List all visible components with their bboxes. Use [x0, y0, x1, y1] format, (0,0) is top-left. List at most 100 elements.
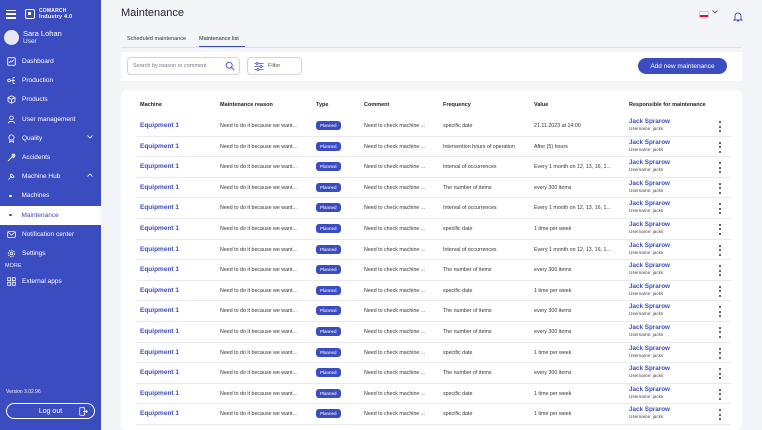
responsible-name-link[interactable]: Jack Sprarow [629, 180, 670, 188]
filter-button[interactable]: Filter [247, 57, 302, 75]
sidebar-item-maintenance[interactable]: Maintenance [0, 205, 101, 225]
logout-button[interactable]: Log out [6, 403, 95, 419]
more-vertical-icon[interactable] [718, 182, 722, 194]
more-vertical-icon[interactable] [718, 347, 722, 359]
menu-icon[interactable] [6, 9, 16, 19]
table-row[interactable]: Equipment 1 Need to do it because we want… [136, 363, 731, 384]
type-badge: Planned [316, 347, 341, 357]
table-row[interactable]: Equipment 1 Need to do it because we want… [136, 322, 731, 343]
search-input[interactable]: Search by reason or comment [127, 57, 240, 75]
more-vertical-icon[interactable] [718, 203, 722, 215]
column-header-frequency[interactable]: Frequency [443, 102, 471, 108]
table-row[interactable]: Equipment 1 Need to do it because we want… [136, 157, 731, 178]
sidebar-item-external-apps[interactable]: External apps [0, 272, 101, 291]
responsible-name-link[interactable]: Jack Sprarow [629, 118, 670, 126]
user-profile[interactable]: Sara Lohan User [4, 30, 62, 45]
machine-link[interactable]: Equipment 1 [140, 246, 179, 253]
responsible-name-link[interactable]: Jack Sprarow [629, 345, 670, 353]
table-row[interactable]: Equipment 1 Need to do it because we want… [136, 404, 731, 425]
responsible-name-link[interactable]: Jack Sprarow [629, 324, 670, 332]
responsible-name-link[interactable]: Jack Sprarow [629, 406, 670, 414]
sidebar-item-machine-hub[interactable]: Machine Hub [0, 167, 101, 186]
sidebar-item-notification-center[interactable]: Notification center [0, 225, 101, 244]
sidebar-item-machines[interactable]: Machines [0, 186, 101, 205]
machine-link[interactable]: Equipment 1 [140, 307, 179, 314]
table-row[interactable]: Equipment 1 Need to do it because we want… [136, 384, 731, 405]
frequency-cell: specific date [443, 390, 473, 397]
search-icon[interactable] [225, 61, 235, 71]
table-row[interactable]: Equipment 1 Need to do it because we want… [136, 116, 731, 137]
sidebar-item-production[interactable]: Production [0, 71, 101, 90]
more-vertical-icon[interactable] [718, 223, 722, 235]
column-header-type[interactable]: Type [316, 102, 328, 108]
add-new-maintenance-button[interactable]: Add new maintenance [638, 58, 727, 74]
table-row[interactable]: Equipment 1 Need to do it because we want… [136, 343, 731, 364]
machine-link[interactable]: Equipment 1 [140, 410, 179, 417]
tab-maintenance-list[interactable]: Maintenance list [193, 33, 245, 47]
machine-link[interactable]: Equipment 1 [140, 369, 179, 376]
responsible-name-link[interactable]: Jack Sprarow [629, 386, 670, 394]
column-header-comment[interactable]: Comment [364, 102, 389, 108]
more-vertical-icon[interactable] [718, 409, 722, 421]
machine-link[interactable]: Equipment 1 [140, 184, 179, 191]
responsible-cell: Jack Sprarow Username: jacks [629, 365, 670, 379]
more-vertical-icon[interactable] [718, 285, 722, 297]
responsible-name-link[interactable]: Jack Sprarow [629, 242, 670, 250]
responsible-name-link[interactable]: Jack Sprarow [629, 139, 670, 147]
sidebar-item-products[interactable]: Products [0, 90, 101, 109]
machine-link[interactable]: Equipment 1 [140, 204, 179, 211]
more-vertical-icon[interactable] [718, 244, 722, 256]
sidebar-item-settings[interactable]: Settings [0, 244, 101, 263]
comment-cell: Need to check machine ... [364, 390, 426, 397]
responsible-name-link[interactable]: Jack Sprarow [629, 159, 670, 167]
responsible-username: Username: jacks [629, 352, 664, 358]
value-cell: After (5) hours [534, 143, 568, 150]
more-vertical-icon[interactable] [718, 141, 722, 153]
more-vertical-icon[interactable] [718, 121, 722, 132]
machine-link[interactable]: Equipment 1 [140, 328, 179, 335]
machine-link[interactable]: Equipment 1 [140, 349, 179, 356]
machine-link[interactable]: Equipment 1 [140, 143, 179, 150]
column-header-value[interactable]: Value [534, 102, 548, 108]
table-row[interactable]: Equipment 1 Need to do it because we want… [136, 178, 731, 199]
responsible-name-link[interactable]: Jack Sprarow [629, 221, 670, 229]
chevron-down-icon[interactable] [712, 10, 718, 16]
machine-link[interactable]: Equipment 1 [140, 225, 179, 232]
responsible-name-link[interactable]: Jack Sprarow [629, 262, 670, 270]
table-row[interactable]: Equipment 1 Need to do it because we want… [136, 240, 731, 261]
table-row[interactable]: Equipment 1 Need to do it because we want… [136, 137, 731, 158]
sidebar-item-accidents[interactable]: Accidents [0, 148, 101, 167]
more-vertical-icon[interactable] [718, 326, 722, 338]
poland-flag-icon[interactable] [699, 11, 709, 18]
more-vertical-icon[interactable] [718, 162, 722, 174]
sidebar-item-quality[interactable]: Quality [0, 129, 101, 148]
responsible-cell: Jack Sprarow Username: jacks [629, 283, 670, 297]
machine-link[interactable]: Equipment 1 [140, 163, 179, 170]
responsible-name-link[interactable]: Jack Sprarow [629, 365, 670, 373]
machine-link[interactable]: Equipment 1 [140, 266, 179, 273]
column-header-reason[interactable]: Maintenance reason [220, 102, 273, 108]
responsible-name-link[interactable]: Jack Sprarow [629, 303, 670, 311]
table-row[interactable]: Equipment 1 Need to do it because we want… [136, 260, 731, 281]
responsible-name-link[interactable]: Jack Sprarow [629, 283, 670, 291]
table-row[interactable]: Equipment 1 Need to do it because we want… [136, 301, 731, 322]
table-row[interactable]: Equipment 1 Need to do it because we want… [136, 281, 731, 302]
table-row[interactable]: Equipment 1 Need to do it because we want… [136, 219, 731, 240]
column-header-machine[interactable]: Machine [140, 102, 162, 108]
dashboard-icon [7, 57, 16, 66]
more-vertical-icon[interactable] [718, 388, 722, 400]
column-header-responsible[interactable]: Responsible for maintenance [629, 102, 706, 108]
tab-scheduled-maintenance[interactable]: Scheduled maintenance [121, 33, 192, 47]
responsible-name-link[interactable]: Jack Sprarow [629, 200, 670, 208]
sidebar-item-dashboard[interactable]: Dashboard [0, 52, 101, 71]
responsible-username: Username: jacks [629, 249, 664, 255]
sidebar-item-user-management[interactable]: User management [0, 110, 101, 129]
bell-icon[interactable] [732, 9, 744, 22]
more-vertical-icon[interactable] [718, 368, 722, 380]
machine-link[interactable]: Equipment 1 [140, 390, 179, 397]
table-row[interactable]: Equipment 1 Need to do it because we want… [136, 198, 731, 219]
more-vertical-icon[interactable] [718, 306, 722, 318]
machine-link[interactable]: Equipment 1 [140, 122, 179, 129]
machine-link[interactable]: Equipment 1 [140, 287, 179, 294]
more-vertical-icon[interactable] [718, 265, 722, 277]
